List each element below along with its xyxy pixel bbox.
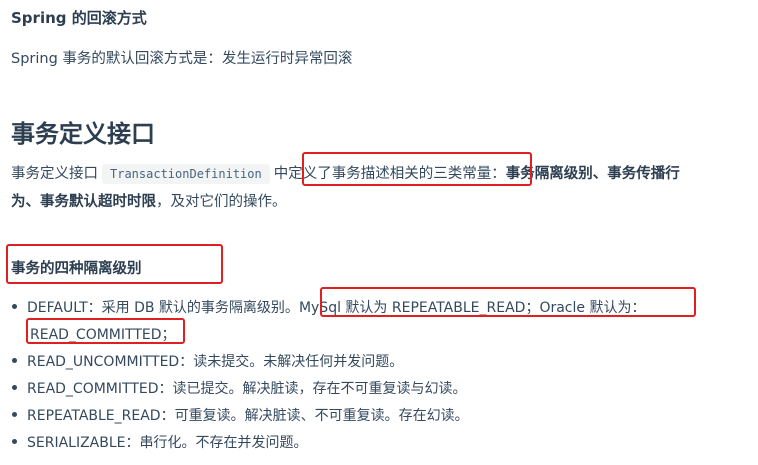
- annotation-box-read-committed: [26, 318, 185, 344]
- annotation-box-constants: [302, 152, 532, 186]
- paragraph-rollback: Spring 事务的默认回滚方式是：发生运行时异常回滚: [11, 51, 353, 67]
- bullet-icon: [12, 303, 17, 309]
- paragraph-definition-line2: 为、事务默认超时时限，及对它们的操作。: [11, 190, 287, 211]
- list-item: READ_COMMITTED：读已提交。解决脏读，存在不可重复读与幻读。: [12, 378, 467, 398]
- annotation-box-heading: [6, 244, 223, 284]
- list-item: READ_UNCOMMITTED：读未提交。未解决任何并发问题。: [12, 351, 403, 371]
- heading-rollback: Spring 的回滚方式: [11, 9, 147, 27]
- text-suffix: ，及对它们的操作。: [156, 194, 287, 210]
- inline-code: TransactionDefinition: [102, 164, 270, 184]
- bullet-icon: [12, 357, 17, 363]
- bullet-icon: [12, 411, 17, 417]
- bullet-icon: [12, 384, 17, 390]
- item-text-a: DEFAULT：采用 DB 默认的事务隔离级别。: [27, 300, 299, 316]
- bold-terms-2: 为、事务默认超时时限: [11, 194, 156, 210]
- heading-transaction-definition: 事务定义接口: [11, 120, 155, 148]
- text-mid: 中: [273, 166, 289, 182]
- item-text: SERIALIZABLE：串行化。不存在并发问题。: [27, 435, 308, 451]
- item-text: REPEATABLE_READ：可重复读。解决脏读、不可重复读。存在幻读。: [27, 408, 469, 424]
- item-text: READ_COMMITTED：读已提交。解决脏读，存在不可重复读与幻读。: [27, 381, 467, 397]
- list-item: REPEATABLE_READ：可重复读。解决脏读、不可重复读。存在幻读。: [12, 405, 469, 425]
- annotation-box-mysql-oracle: [320, 287, 696, 317]
- list-item: SERIALIZABLE：串行化。不存在并发问题。: [12, 432, 308, 452]
- bullet-icon: [12, 438, 17, 444]
- text-prefix: 事务定义接口: [11, 166, 98, 182]
- item-text: READ_UNCOMMITTED：读未提交。未解决任何并发问题。: [27, 354, 404, 370]
